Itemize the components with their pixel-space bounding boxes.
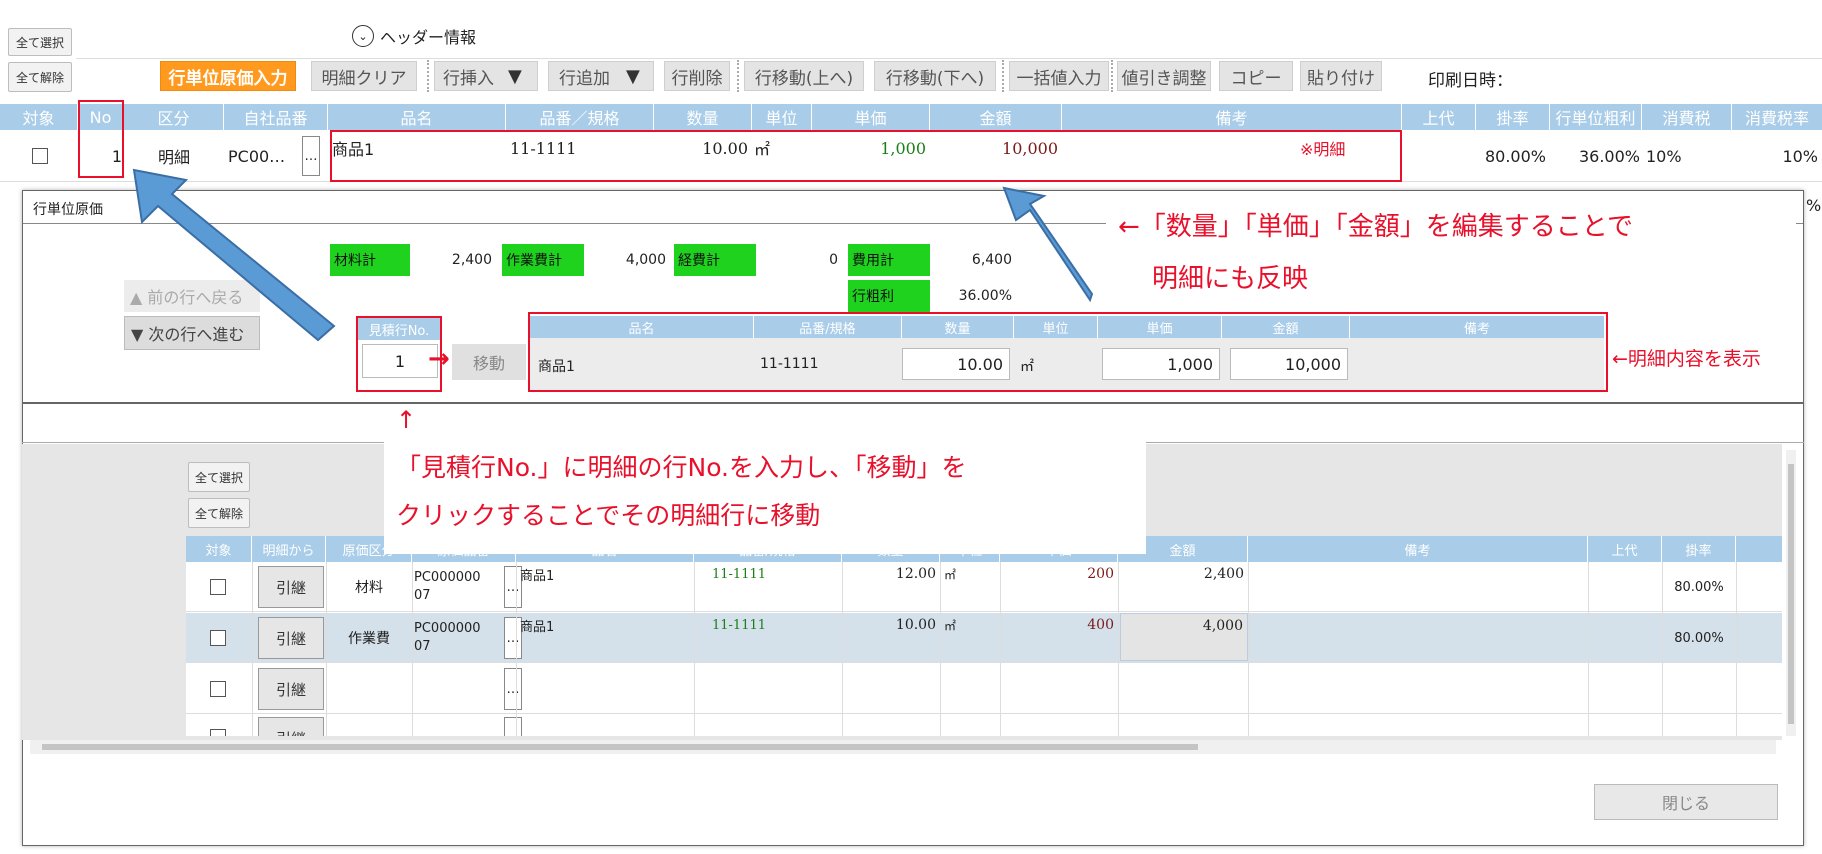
arrow-to-row-no (132, 168, 336, 342)
arrow-to-detail (1002, 186, 1094, 303)
blue-arrows (132, 168, 1094, 342)
